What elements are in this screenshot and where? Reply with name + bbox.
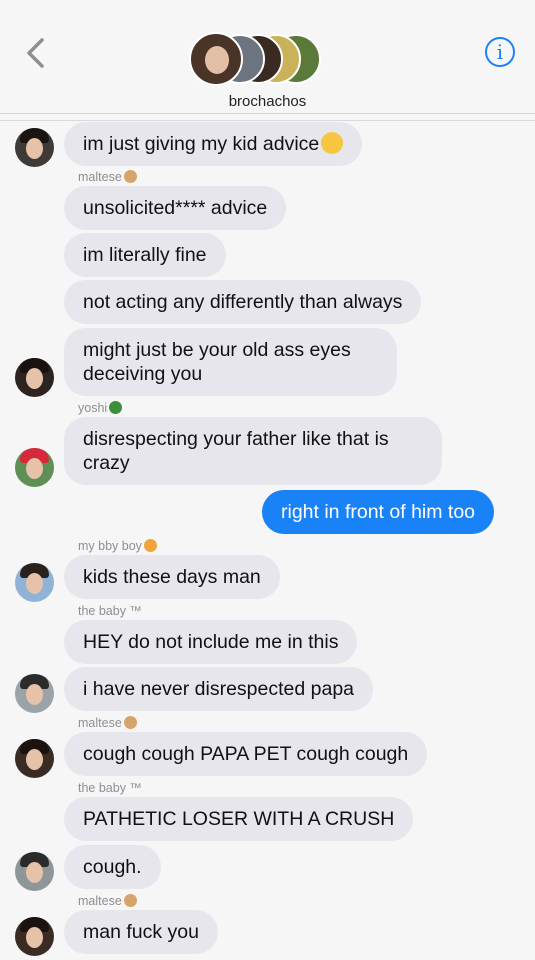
dog-face-icon <box>123 170 137 183</box>
message-text: man fuck you <box>83 921 199 943</box>
sender-name: the baby ™ <box>78 781 142 795</box>
message-text: cough. <box>83 856 142 878</box>
info-icon[interactable]: i <box>485 37 515 67</box>
message-text: i have never disrespected papa <box>83 678 355 700</box>
message-bubble[interactable]: might just be your old ass eyes deceivin… <box>64 328 397 396</box>
avatar[interactable] <box>15 563 54 602</box>
avatar[interactable] <box>15 917 54 956</box>
message-text: cough cough PAPA PET cough cough <box>83 743 409 765</box>
message-text: HEY do not include me in this <box>83 631 339 653</box>
message-text: right in front of him too <box>281 501 476 523</box>
group-avatar-stack[interactable] <box>189 32 329 88</box>
sender-name: yoshi <box>78 401 123 415</box>
sender-name: maltese <box>78 716 137 730</box>
message-bubble[interactable]: HEY do not include me in this <box>64 620 358 664</box>
message-text: not acting any differently than always <box>83 291 403 313</box>
message-text: kids these days man <box>83 566 261 588</box>
message-bubble[interactable]: im literally fine <box>64 233 226 277</box>
group-name[interactable]: brochachos <box>0 93 535 110</box>
sender-name: the baby ™ <box>78 604 142 618</box>
message-text: PATHETIC LOSER WITH A CRUSH <box>83 808 395 830</box>
message-text: unsolicited**** advice <box>83 197 268 219</box>
divider <box>0 120 535 121</box>
avatar[interactable] <box>15 674 54 713</box>
message-bubble[interactable]: i have never disrespected papa <box>64 667 374 711</box>
chevron-left-icon[interactable] <box>22 36 50 70</box>
message-bubble[interactable]: not acting any differently than always <box>64 280 422 324</box>
avatar[interactable] <box>15 852 54 891</box>
avatar[interactable] <box>15 739 54 778</box>
message-bubble[interactable]: im just giving my kid advice <box>64 122 363 166</box>
message-bubble[interactable]: disrespecting your father like that is c… <box>64 417 442 485</box>
message-bubble[interactable]: kids these days man <box>64 555 280 599</box>
message-bubble[interactable]: PATHETIC LOSER WITH A CRUSH <box>64 797 414 841</box>
dog-face-icon <box>123 894 137 907</box>
heart-eyes-face-icon <box>143 539 157 552</box>
sender-name: maltese <box>78 894 137 908</box>
message-bubble[interactable]: unsolicited**** advice <box>64 186 287 230</box>
message-bubble[interactable]: cough cough PAPA PET cough cough <box>64 732 428 776</box>
message-text: im just giving my kid advice <box>83 133 320 155</box>
message-text: im literally fine <box>83 244 207 266</box>
message-bubble[interactable]: man fuck you <box>64 910 218 954</box>
avatar[interactable] <box>15 128 54 167</box>
message-bubble[interactable]: cough. <box>64 845 161 889</box>
message-thread: im just giving my kid advice maltese uns… <box>0 114 535 960</box>
conversation-header: brochachos i <box>0 0 535 114</box>
dinosaur-icon <box>109 401 123 414</box>
sender-name: my bby boy <box>78 539 157 553</box>
message-text: disrespecting your father like that is c… <box>83 428 389 474</box>
message-text: might just be your old ass eyes deceivin… <box>83 339 351 385</box>
pensive-face-icon <box>321 132 344 154</box>
avatar[interactable] <box>15 448 54 487</box>
member-avatar <box>189 32 243 86</box>
dog-face-icon <box>123 716 137 729</box>
sent-message-bubble[interactable]: right in front of him too <box>262 490 495 534</box>
sender-name: maltese <box>78 170 137 184</box>
avatar[interactable] <box>15 358 54 397</box>
